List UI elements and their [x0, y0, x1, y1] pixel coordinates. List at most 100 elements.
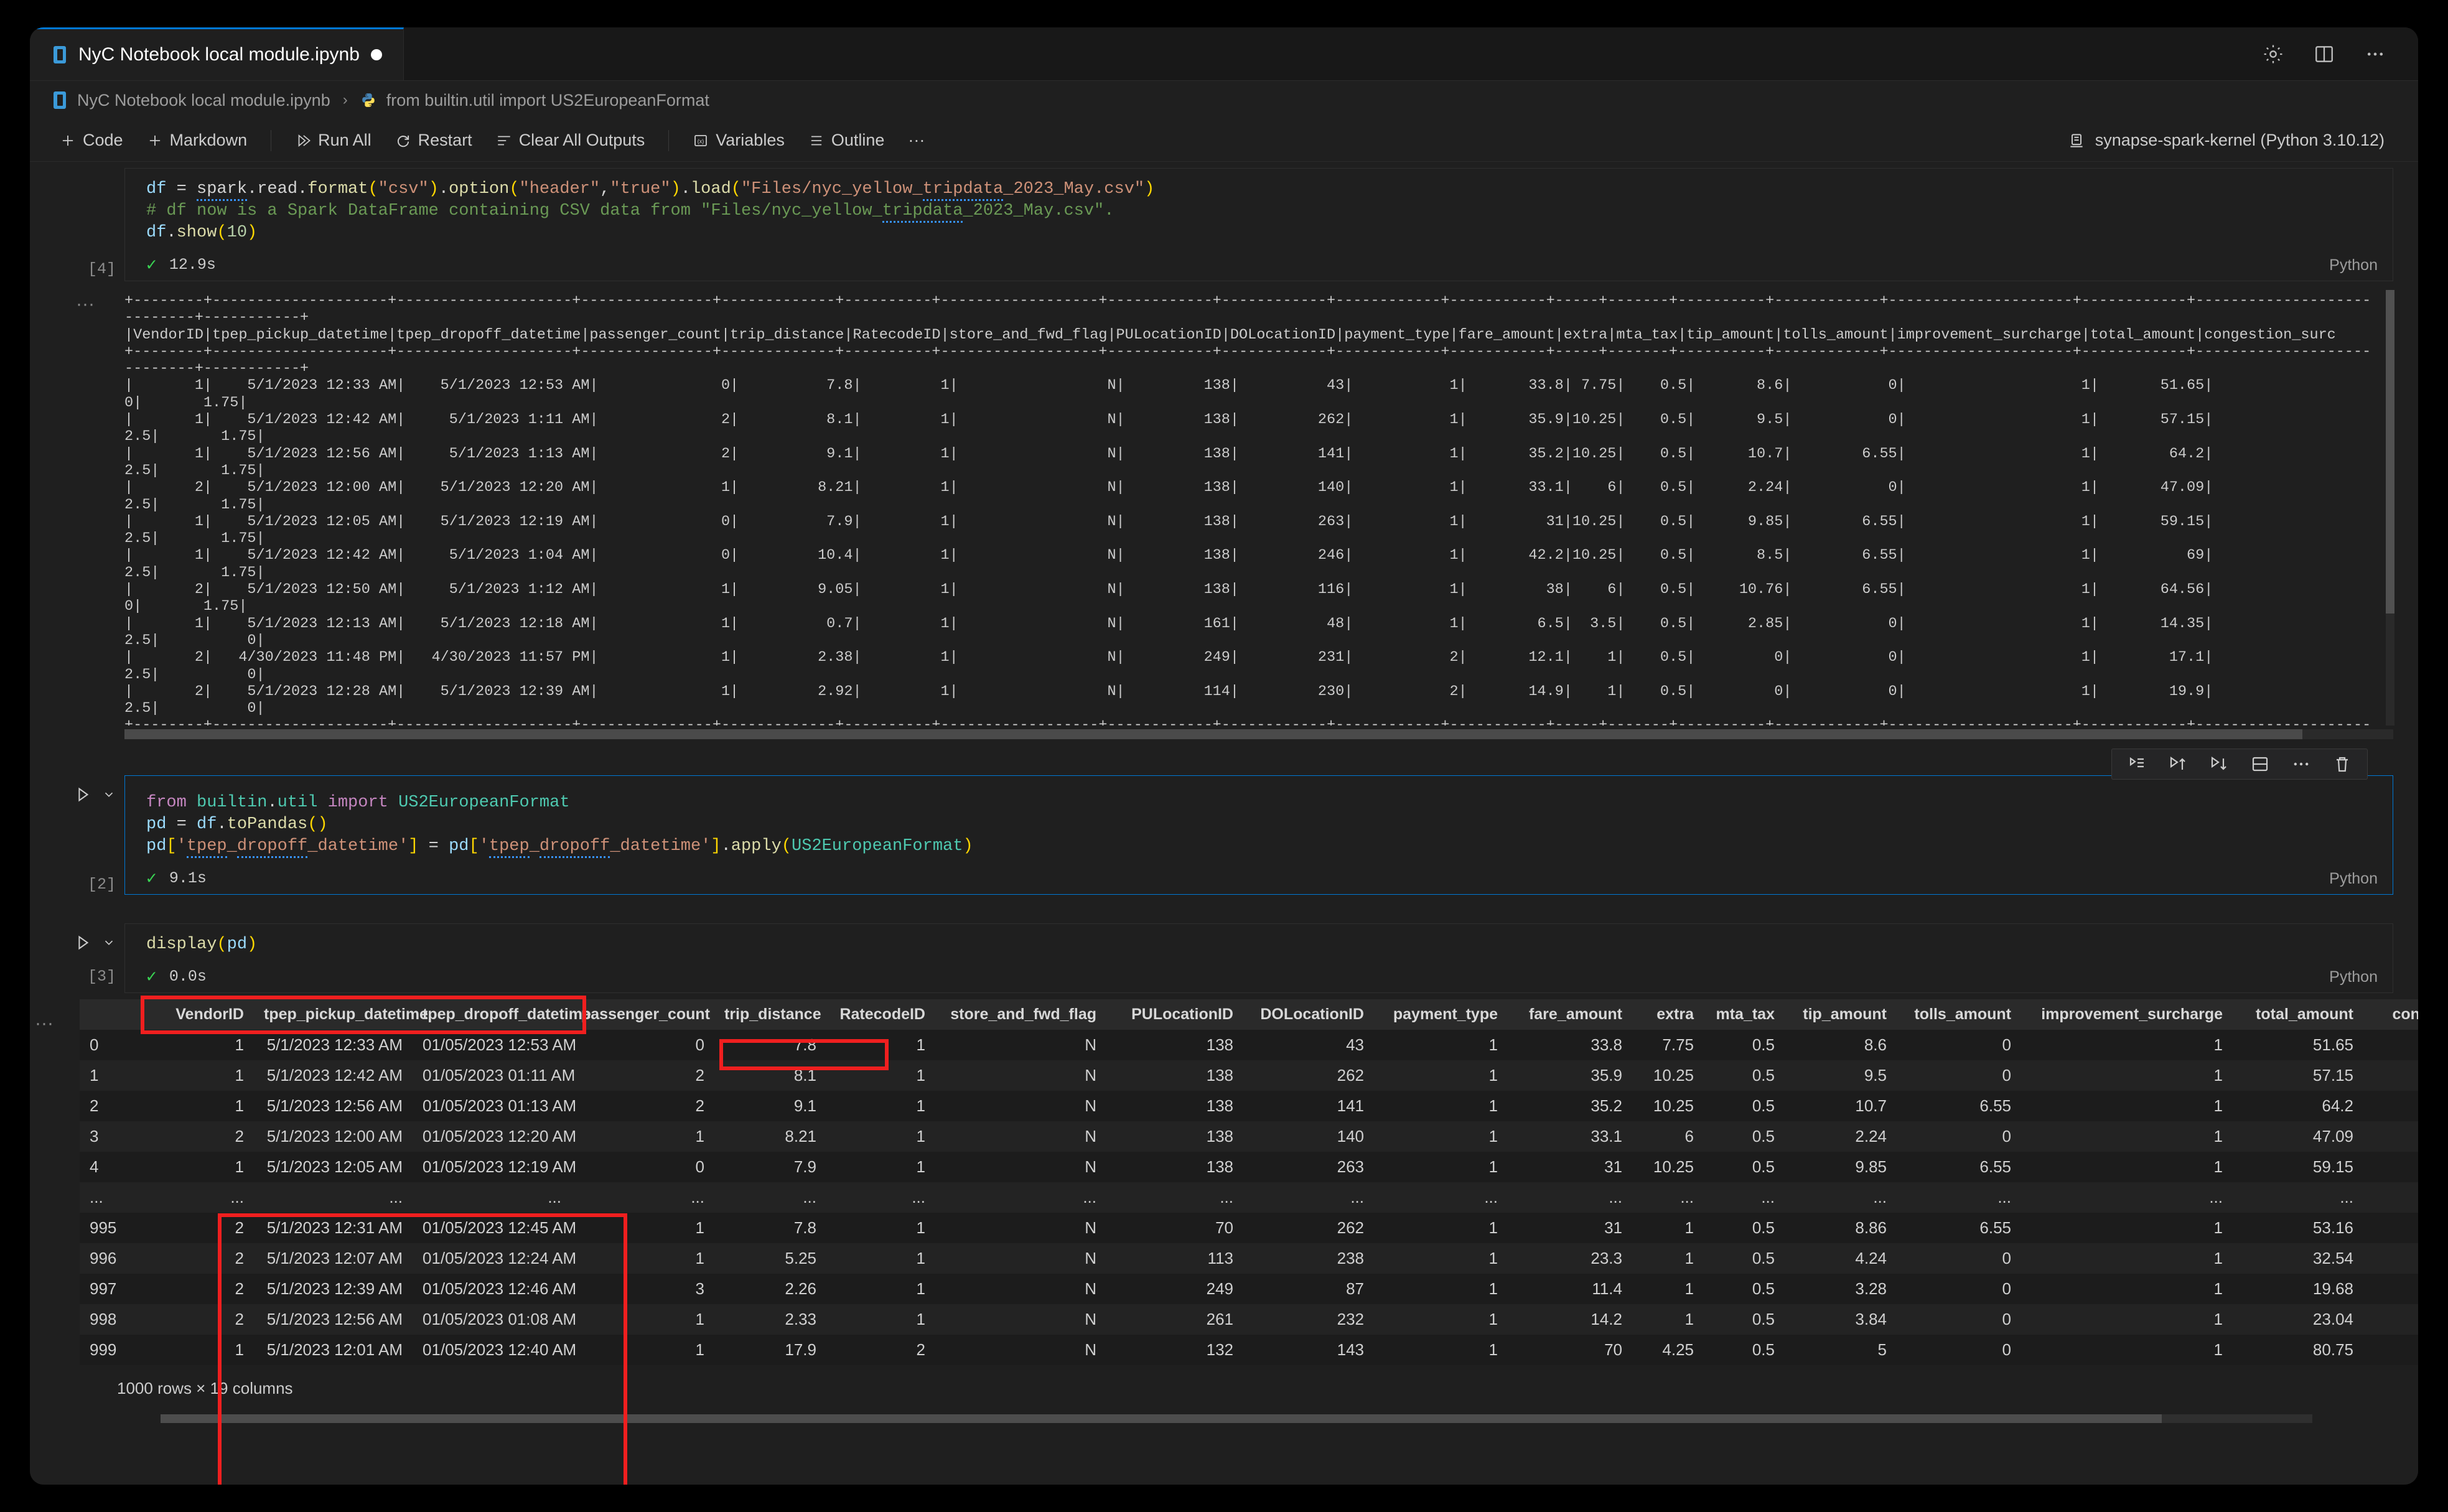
table-row[interactable]: 3 2 5/1/2023 12:00 AM 01/05/2023 12:20 AM 1 8…	[80, 1121, 2418, 1152]
page-horizontal-scrollbar[interactable]	[161, 1414, 2312, 1423]
column-header-trip_distance[interactable]: trip_distance	[714, 999, 826, 1030]
split-editor-icon[interactable]	[2314, 44, 2335, 65]
success-check-icon: ✓	[146, 870, 157, 889]
table-cell: 996	[90, 1249, 117, 1267]
more-icon[interactable]	[2291, 754, 2311, 774]
kernel-selector[interactable]: synapse-spark-kernel (Python 3.10.12)	[2068, 131, 2397, 150]
cell-language[interactable]: Python	[2329, 870, 2378, 888]
table-cell: 2	[235, 1279, 244, 1298]
code-editor[interactable]: df = spark.read.format("csv").option("he…	[124, 168, 2393, 281]
table-cell	[2363, 1304, 2418, 1335]
column-header-improvement_surcharge[interactable]: improvement_surcharge	[2021, 999, 2233, 1030]
cell-language[interactable]: Python	[2329, 968, 2378, 986]
table-row[interactable]: 999 1 5/1/2023 12:01 AM 01/05/2023 12:40 AM…	[80, 1335, 2418, 1365]
collapse-cell-chevron-down-icon[interactable]	[102, 788, 116, 806]
restart-kernel-button[interactable]: Restart	[386, 128, 481, 153]
table-cell: 1	[235, 1096, 244, 1115]
variables-button[interactable]: (x) Variables	[684, 128, 793, 153]
run-by-line-icon[interactable]	[2127, 754, 2147, 774]
column-header-total_amount[interactable]: total_amount	[2233, 999, 2363, 1030]
code-content[interactable]: display(pd)	[125, 924, 2393, 962]
clear-all-outputs-button[interactable]: Clear All Outputs	[487, 128, 654, 153]
table-row[interactable]: 2 1 5/1/2023 12:56 AM 01/05/2023 01:13 AM 2 9…	[80, 1091, 2418, 1121]
column-header-RatecodeID[interactable]: RatecodeID	[826, 999, 935, 1030]
column-header-tpep_dropoff_datetime[interactable]: tpep_dropoff_datetime	[413, 999, 591, 1030]
run-cell-button[interactable]	[73, 785, 92, 808]
run-below-icon[interactable]	[2209, 754, 2229, 774]
table-cell: 1	[1488, 1127, 1498, 1146]
column-header-mta_tax[interactable]: mta_tax	[1704, 999, 1785, 1030]
split-cell-icon[interactable]	[2250, 754, 2270, 774]
table-row[interactable]: 4 1 5/1/2023 12:05 AM 01/05/2023 12:19 AM 0 7…	[80, 1152, 2418, 1182]
table-cell: ...	[803, 1188, 816, 1206]
table-cell: 5/1/2023 12:05 AM	[266, 1157, 403, 1176]
delete-cell-icon[interactable]	[2332, 754, 2352, 774]
gear-icon[interactable]	[2263, 44, 2284, 65]
table-cell: ...	[912, 1188, 925, 1206]
run-above-icon[interactable]	[2168, 754, 2188, 774]
table-cell: N	[1085, 1249, 1096, 1267]
run-all-button[interactable]: Run All	[286, 128, 380, 153]
column-header-tip_amount[interactable]: tip_amount	[1785, 999, 1897, 1030]
notebook-body: [4] df = spark.read.format("csv").option…	[30, 168, 2418, 1485]
code-editor[interactable]: from builtin.util import US2EuropeanForm…	[124, 749, 2393, 895]
table-cell: 140	[1337, 1127, 1364, 1146]
table-row[interactable]: 995 2 5/1/2023 12:31 AM 01/05/2023 12:45 AM…	[80, 1213, 2418, 1243]
add-code-cell-button[interactable]: Code	[51, 128, 132, 153]
table-row[interactable]: ........................................…	[80, 1182, 2418, 1213]
column-header-tolls_amount[interactable]: tolls_amount	[1897, 999, 2021, 1030]
table-cell: 138	[1206, 1035, 1233, 1054]
table-cell: 01/05/2023 01:13 AM	[423, 1096, 577, 1115]
tab-bar: NyC Notebook local module.ipynb	[30, 27, 2418, 81]
table-cell: 6.55	[1979, 1218, 2011, 1237]
tab-notebook[interactable]: NyC Notebook local module.ipynb	[30, 27, 404, 80]
column-header-payment_type[interactable]: payment_type	[1374, 999, 1508, 1030]
table-cell	[2363, 1030, 2418, 1060]
notebook-cell: [2] from builtin.util import US2European…	[30, 749, 2418, 895]
column-header-PULocationID[interactable]: PULocationID	[1106, 999, 1243, 1030]
unsaved-changes-icon	[370, 49, 382, 60]
table-row[interactable]: 996 2 5/1/2023 12:07 AM 01/05/2023 12:24 AM…	[80, 1243, 2418, 1274]
svg-text:(x): (x)	[698, 138, 704, 144]
column-header-VendorID[interactable]: VendorID	[148, 999, 254, 1030]
column-header-extra[interactable]: extra	[1632, 999, 1704, 1030]
column-header-fare_amount[interactable]: fare_amount	[1508, 999, 1632, 1030]
table-cell: 0.5	[1752, 1157, 1775, 1176]
output-horizontal-scrollbar[interactable]	[124, 729, 2393, 739]
column-header-conges[interactable]: conges	[2363, 999, 2418, 1030]
breadcrumb-symbol[interactable]: from builtin.util import US2EuropeanForm…	[386, 91, 709, 110]
breadcrumb-file[interactable]: NyC Notebook local module.ipynb	[77, 91, 330, 110]
table-cell: 138	[1206, 1066, 1233, 1085]
table-row[interactable]: 0 1 5/1/2023 12:33 AM 01/05/2023 12:53 AM 0 7…	[80, 1030, 2418, 1060]
table-cell: 4.24	[1855, 1249, 1887, 1267]
cell-status: ✓ 0.0s	[125, 962, 2393, 992]
table-row[interactable]: 1 1 5/1/2023 12:42 AM 01/05/2023 01:11 AM 2 8…	[80, 1060, 2418, 1091]
notebook-cell: [3] display(pd) ✓ 0.0s Python	[30, 923, 2418, 993]
column-header-tpep_pickup_datetime[interactable]: tpep_pickup_datetime	[254, 999, 428, 1030]
column-header-passenger_count[interactable]: passenger_count	[571, 999, 714, 1030]
add-markdown-cell-button[interactable]: Markdown	[138, 128, 256, 153]
table-cell: ...	[1680, 1188, 1694, 1206]
column-header-DOLocationID[interactable]: DOLocationID	[1243, 999, 1374, 1030]
code-content[interactable]: from builtin.util import US2EuropeanForm…	[125, 776, 2393, 864]
outline-button[interactable]: Outline	[800, 128, 894, 153]
table-cell: ...	[1083, 1188, 1096, 1206]
output-more-icon[interactable]: ···	[76, 294, 95, 315]
table-cell: 138	[1206, 1127, 1233, 1146]
toolbar-more-button[interactable]: ···	[899, 128, 933, 153]
table-row[interactable]: 997 2 5/1/2023 12:39 AM 01/05/2023 12:46 AM…	[80, 1274, 2418, 1304]
code-content[interactable]: df = spark.read.format("csv").option("he…	[125, 169, 2393, 250]
table-cell: 10.7	[1855, 1096, 1887, 1115]
table-cell: 232	[1337, 1310, 1364, 1328]
table-row[interactable]: 998 2 5/1/2023 12:56 AM 01/05/2023 01:08 AM…	[80, 1304, 2418, 1335]
more-actions-icon[interactable]	[2365, 44, 2386, 65]
collapse-cell-chevron-down-icon[interactable]	[102, 936, 116, 954]
run-cell-button[interactable]	[73, 933, 92, 956]
table-cell: 2	[695, 1096, 704, 1115]
code-editor[interactable]: display(pd) ✓ 0.0s Python	[124, 923, 2393, 993]
output-more-icon[interactable]: ···	[35, 1013, 54, 1034]
cell-language[interactable]: Python	[2329, 256, 2378, 274]
output-vertical-scrollbar[interactable]	[2386, 290, 2394, 726]
column-header-index[interactable]	[80, 999, 148, 1030]
column-header-store_and_fwd_flag[interactable]: store_and_fwd_flag	[935, 999, 1106, 1030]
